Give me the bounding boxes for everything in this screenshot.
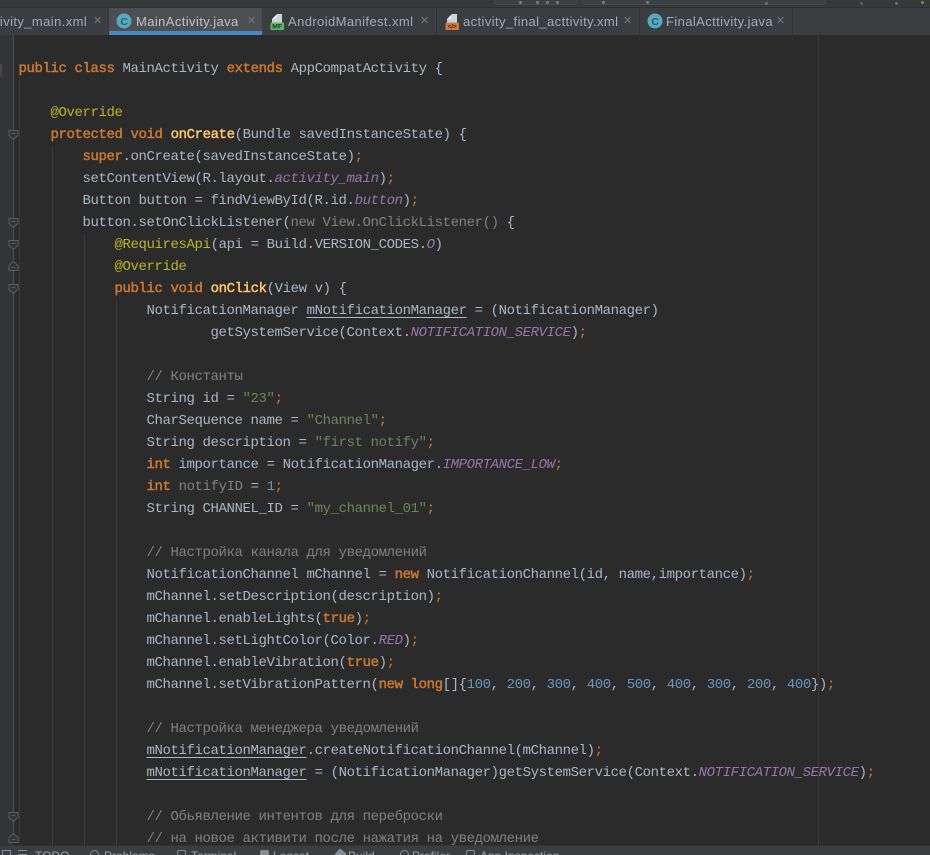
- svg-text:MF: MF: [272, 23, 282, 29]
- svg-text:</>: </>: [448, 23, 457, 30]
- svg-text:C: C: [651, 16, 659, 28]
- svg-text:C: C: [120, 16, 128, 28]
